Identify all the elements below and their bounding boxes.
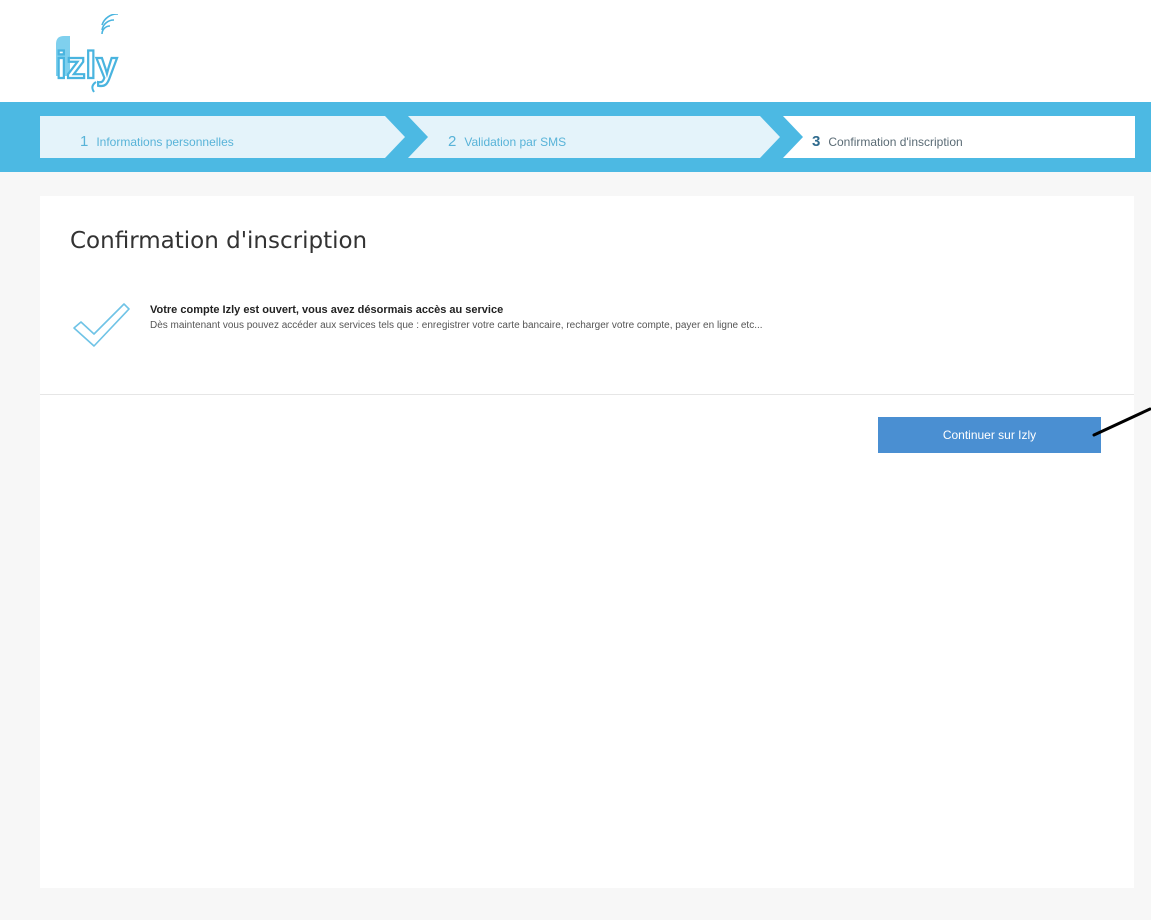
- check-icon: [73, 303, 130, 347]
- step-1: 1 Informations personnelles: [80, 130, 234, 154]
- step-1-number: 1: [80, 133, 89, 150]
- step-3: 3 Confirmation d'inscription: [812, 130, 963, 154]
- success-message-body: Dès maintenant vous pouvez accéder aux s…: [150, 320, 763, 331]
- section-divider: [40, 394, 1134, 395]
- continue-button[interactable]: Continuer sur Izly: [878, 417, 1101, 453]
- step-1-label: Informations personnelles: [96, 135, 234, 149]
- step-2: 2 Validation par SMS: [448, 130, 566, 154]
- izly-logo[interactable]: izly: [50, 14, 130, 94]
- success-message-heading: Votre compte Izly est ouvert, vous avez …: [150, 304, 504, 316]
- step-2-number: 2: [448, 133, 457, 150]
- confirmation-panel: Confirmation d'inscription Votre compte …: [40, 196, 1134, 888]
- page-header: izly: [0, 0, 1151, 102]
- step-3-label: Confirmation d'inscription: [828, 135, 963, 149]
- annotation-arrow: [1092, 407, 1151, 437]
- page-title: Confirmation d'inscription: [70, 228, 368, 254]
- step-3-number: 3: [812, 133, 821, 150]
- logo-wordmark: izly: [56, 45, 117, 87]
- step-2-label: Validation par SMS: [464, 135, 567, 149]
